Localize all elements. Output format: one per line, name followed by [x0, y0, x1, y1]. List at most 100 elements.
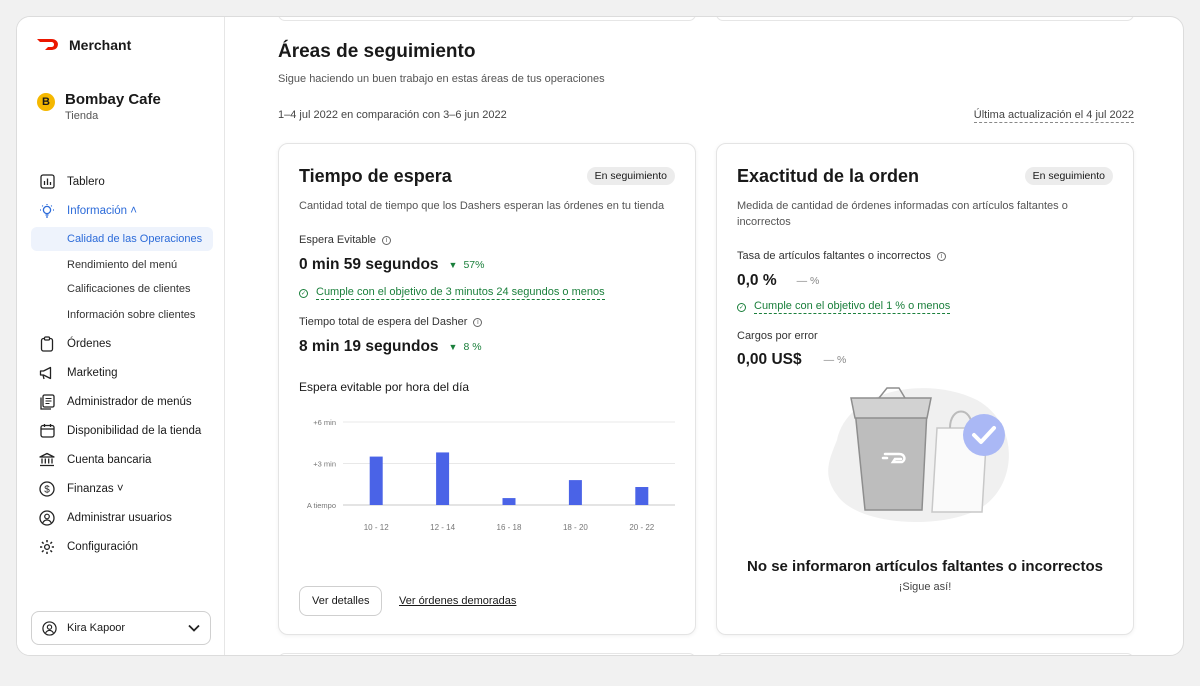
app-window: Merchant B Bombay Cafe Tienda Tablero In… [16, 16, 1184, 656]
sidebar-item-informacion[interactable]: Información ˄ [17, 196, 225, 225]
gear-icon [39, 539, 55, 555]
sidebar-item-disponibilidad[interactable]: Disponibilidad de la tienda [17, 416, 225, 445]
metric-label: Tasa de artículos faltantes o incorrecto… [737, 250, 946, 262]
goal-text[interactable]: Cumple con el objetivo del 1 % o menos [754, 300, 951, 314]
card-description: Medida de cantidad de órdenes informadas… [737, 198, 1068, 230]
goal-met: ✓ Cumple con el objetivo de 3 minutos 24… [299, 286, 605, 300]
empty-state-subtitle: ¡Sigue así! [898, 581, 952, 593]
y-tick-label: +3 min [313, 460, 336, 469]
chart-bar[interactable] [502, 498, 516, 505]
previous-card-edge [716, 17, 1134, 21]
next-card-edge [716, 653, 1134, 655]
x-tick-label: 10 - 12 [364, 523, 389, 532]
store-type: Tienda [65, 110, 99, 122]
chart-icon [39, 174, 55, 190]
info-icon[interactable]: i [936, 251, 946, 261]
next-card-edge [278, 653, 696, 655]
y-tick-label: A tiempo [307, 501, 336, 510]
wait-time-card: Tiempo de espera En seguimiento Cantidad… [278, 143, 696, 635]
view-delayed-orders-link[interactable]: Ver órdenes demoradas [399, 595, 516, 607]
card-description-line: incorrectos [737, 216, 791, 228]
subitem-informacion-clientes[interactable]: Información sobre clientes [17, 301, 225, 329]
triangle-down-icon: ▼ [448, 260, 458, 270]
metric-label-text: Tasa de artículos faltantes o incorrecto… [737, 250, 931, 262]
sidebar-item-cuenta-bancaria[interactable]: Cuenta bancaria [17, 445, 225, 474]
metric-value-text: 8 min 19 segundos [299, 338, 439, 355]
card-title: Tiempo de espera [299, 166, 452, 186]
brand[interactable]: Merchant [37, 37, 131, 53]
chart-title: Espera evitable por hora del día [299, 380, 470, 394]
delta-text: — % [823, 354, 847, 366]
sidebar-item-tablero[interactable]: Tablero [17, 167, 225, 196]
sidebar-item-label: Finanzas ˅ [67, 482, 124, 495]
sidebar-item-label: Cuenta bancaria [67, 453, 152, 466]
sidebar-item-marketing[interactable]: Marketing [17, 358, 225, 387]
metric-label: Cargos por error [737, 330, 818, 342]
menu-book-icon [39, 393, 55, 410]
chart-bar[interactable] [635, 487, 649, 505]
check-circle-icon: ✓ [737, 302, 746, 312]
doordash-logo-icon [37, 39, 58, 50]
date-comparison: 1–4 jul 2022 en comparación con 3–6 jun … [278, 109, 507, 121]
metric-label: Tiempo total de espera del Dasher i [299, 316, 483, 328]
sidebar-item-ordenes[interactable]: Órdenes [17, 329, 225, 358]
sidebar-item-label: Administrar usuarios [67, 511, 172, 524]
chevron-down-icon [188, 624, 200, 632]
delta-text: 57% [463, 259, 485, 271]
chart-bar[interactable] [436, 452, 450, 505]
sidebar-item-label: Administrador de menús [67, 395, 192, 408]
metric-value: 0,0 % — % [737, 272, 819, 290]
store-avatar: B [37, 93, 55, 111]
view-details-button[interactable]: Ver detalles [299, 586, 383, 616]
sidebar-item-menus[interactable]: Administrador de menús [17, 387, 225, 416]
metric-value: 8 min 19 segundos ▼ 8 % [299, 338, 482, 356]
sidebar-item-label: Disponibilidad de la tienda [67, 424, 202, 437]
sidebar-item-label: Marketing [67, 366, 118, 379]
x-tick-label: 20 - 22 [629, 523, 654, 532]
info-icon[interactable]: i [473, 317, 483, 327]
user-icon [39, 509, 55, 526]
chart-bar[interactable] [369, 456, 383, 505]
sidebar-item-label: Configuración [67, 540, 138, 553]
info-icon[interactable]: i [382, 235, 392, 245]
y-tick-label: +6 min [313, 418, 336, 427]
check-circle-icon: ✓ [299, 288, 308, 298]
metric-label: Espera Evitable i [299, 234, 392, 246]
status-badge: En seguimiento [1024, 167, 1113, 185]
x-tick-label: 18 - 20 [563, 523, 588, 532]
sidebar-item-finanzas[interactable]: $ Finanzas ˅ [17, 474, 225, 503]
goal-text[interactable]: Cumple con el objetivo de 3 minutos 24 s… [316, 286, 605, 300]
store-switcher[interactable]: B Bombay Cafe Tienda [37, 91, 161, 122]
user-name: Kira Kapoor [67, 622, 126, 634]
last-updated[interactable]: Última actualización el 4 jul 2022 [973, 109, 1134, 123]
metric-label-text: Tiempo total de espera del Dasher [299, 316, 468, 328]
order-accuracy-card: Exactitud de la orden En seguimiento Med… [716, 143, 1134, 635]
lightbulb-icon [39, 203, 55, 219]
sidebar-item-label: Información ˄ [67, 204, 137, 217]
delta-text: — % [796, 275, 820, 287]
goal-met: ✓ Cumple con el objetivo del 1 % o menos [737, 300, 951, 314]
subitem-rendimiento-menu[interactable]: Rendimiento del menú [17, 253, 225, 277]
status-badge: En seguimiento [586, 167, 675, 185]
subitem-calidad-operaciones[interactable]: Calidad de las Operaciones [31, 227, 213, 251]
metric-value: 0,00 US$ — % [737, 351, 846, 369]
chart-bar[interactable] [568, 480, 582, 505]
subitem-calificaciones-clientes[interactable]: Calificaciones de clientes [17, 277, 225, 301]
dollar-icon: $ [39, 480, 55, 497]
x-tick-label: 16 - 18 [497, 523, 522, 532]
sidebar-item-usuarios[interactable]: Administrar usuarios [17, 503, 225, 532]
previous-card-edge [278, 17, 696, 21]
clipboard-icon [39, 335, 55, 352]
user-avatar-icon [42, 620, 57, 636]
sidebar-item-configuracion[interactable]: Configuración [17, 532, 225, 561]
sidebar-nav: Tablero Información ˄ Calidad de las Ope… [17, 167, 225, 561]
main-content: Áreas de seguimiento Sigue haciendo un b… [226, 17, 1183, 655]
metric-value: 0 min 59 segundos ▼ 57% [299, 256, 484, 274]
sidebar-item-label: Órdenes [67, 337, 112, 350]
metric-delta: ▼ 8 % [449, 341, 482, 353]
user-account-dropdown[interactable]: Kira Kapoor [31, 611, 211, 645]
section-subtitle: Sigue haciendo un buen trabajo en estas … [278, 73, 605, 85]
megaphone-icon [39, 365, 55, 381]
sidebar: Merchant B Bombay Cafe Tienda Tablero In… [17, 17, 225, 655]
empty-state-title: No se informaron artículos faltantes o i… [747, 558, 1103, 575]
